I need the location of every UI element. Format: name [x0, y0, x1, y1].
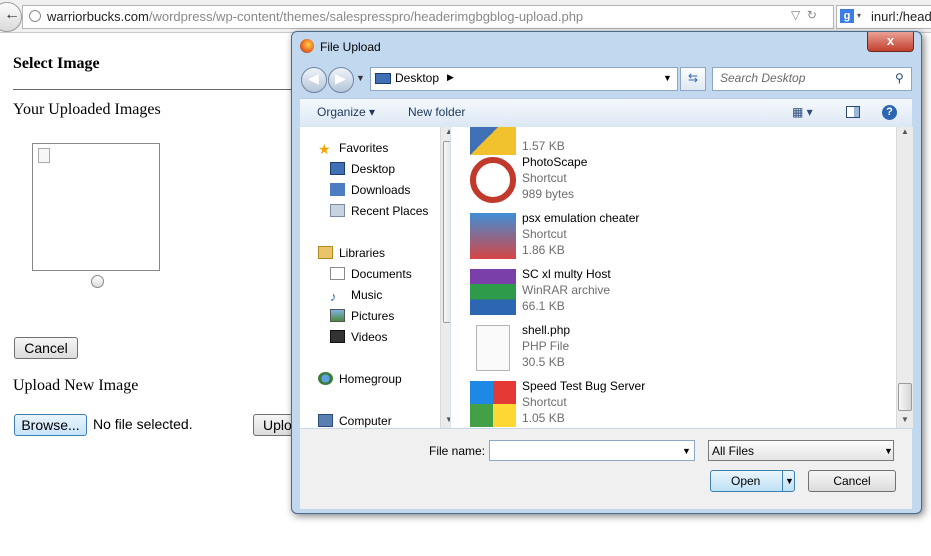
preview-pane-icon[interactable] [846, 106, 860, 118]
nav-documents[interactable]: Documents [330, 267, 412, 285]
browser-back-button[interactable]: ← [0, 2, 22, 32]
nav-recent-places[interactable]: Recent Places [330, 204, 428, 222]
breadcrumb-arrow-icon[interactable]: ▶ [447, 72, 454, 83]
image-select-radio[interactable] [91, 275, 104, 288]
browse-button[interactable]: Browse... [14, 414, 87, 436]
search-placeholder: Search Desktop [720, 71, 806, 85]
nav-homegroup[interactable]: Homegroup [318, 372, 402, 390]
scroll-up-icon[interactable]: ▲ [445, 127, 450, 136]
nav-music[interactable]: ♪ Music [330, 288, 382, 306]
nav-pictures[interactable]: Pictures [330, 309, 394, 327]
nav-desktop[interactable]: Desktop [330, 162, 395, 180]
back-arrow-icon: ◀ [308, 70, 319, 86]
refresh-button[interactable]: ⇆ [680, 67, 706, 91]
downloads-icon [330, 183, 345, 196]
open-button[interactable]: Open ▼ [710, 470, 795, 492]
file-upload-dialog: File Upload x ◀ ▶ ▼ Desktop ▶ ▼ ⇆ Search… [291, 31, 922, 514]
file-list-scrollbar[interactable]: ▲ ▼ [896, 127, 913, 428]
file-name-label: File name: [429, 444, 486, 458]
shield-shortcut-icon [470, 127, 516, 155]
dialog-footer: File name: ▼ All Files ▼ Open ▼ Cancel [300, 428, 912, 509]
select-image-heading: Select Image [13, 55, 100, 72]
uploaded-images-heading: Your Uploaded Images [13, 101, 161, 118]
file-type-select[interactable]: All Files ▼ [708, 440, 894, 461]
winrar-archive-icon [470, 269, 516, 315]
location-bar[interactable]: Desktop ▶ ▼ [370, 67, 678, 91]
scroll-down-icon[interactable]: ▼ [445, 415, 450, 424]
scrollbar-thumb[interactable] [443, 141, 450, 323]
search-icon[interactable]: ⚲ [895, 71, 904, 85]
globe-icon [29, 10, 41, 22]
close-button[interactable]: x [867, 32, 914, 52]
scrollbar-thumb[interactable] [898, 383, 912, 411]
firefox-icon [300, 39, 314, 53]
computer-icon [318, 414, 333, 427]
change-view-icon[interactable]: ▦ ▾ [792, 105, 813, 119]
recent-locations-dropdown-icon[interactable]: ▼ [356, 73, 365, 83]
homegroup-icon [318, 372, 333, 385]
desktop-icon [330, 162, 345, 175]
url-dropdown-and-reload-icons[interactable]: ▽ ↻ [791, 8, 817, 22]
divider [13, 89, 295, 90]
help-icon[interactable]: ? [882, 105, 897, 120]
open-dropdown-icon[interactable]: ▼ [782, 471, 796, 491]
dialog-search-input[interactable]: Search Desktop ⚲ [712, 67, 912, 91]
cancel-button[interactable]: Cancel [14, 337, 78, 359]
scroll-up-icon[interactable]: ▲ [901, 127, 909, 136]
recent-places-icon [330, 204, 345, 217]
browser-search-box[interactable]: g ▾ inurl:/heade [836, 5, 931, 29]
uploaded-image-thumbnail[interactable] [32, 143, 160, 271]
upload-new-image-heading: Upload New Image [13, 377, 139, 394]
list-item[interactable]: Speed Test Bug Server Shortcut 1.05 KB [470, 379, 890, 428]
list-item[interactable]: psx emulation cheater Shortcut 1.86 KB [470, 211, 890, 265]
address-bar[interactable]: warriorbucks.com/wordpress/wp-content/th… [22, 5, 834, 29]
music-note-icon: ♪ [330, 289, 337, 304]
file-name-dropdown-icon[interactable]: ▼ [682, 446, 691, 456]
file-list: 1.57 KB PhotoScape Shortcut 989 bytes ps… [462, 127, 898, 428]
navigation-scrollbar[interactable]: ▲ ▼ [440, 127, 450, 428]
dialog-toolbar: Organize ▾ New folder ▦ ▾ ? [300, 98, 912, 128]
nav-favorites[interactable]: ★ Favorites [318, 141, 388, 159]
back-arrow-icon: ← [4, 6, 20, 23]
search-text: inurl:/heade [871, 9, 931, 24]
libraries-icon [318, 246, 333, 259]
photoscape-icon [470, 157, 516, 203]
dialog-panes: ★ Favorites Desktop Downloads Recent Plac… [300, 127, 913, 428]
php-file-icon [476, 325, 510, 371]
dialog-cancel-button[interactable]: Cancel [808, 470, 896, 492]
file-type-dropdown-icon[interactable]: ▼ [884, 446, 893, 456]
nav-forward-button[interactable]: ▶ [328, 67, 354, 93]
dialog-nav-bar: ◀ ▶ ▼ Desktop ▶ ▼ ⇆ Search Desktop ⚲ [300, 65, 912, 95]
rubiks-cube-icon [470, 381, 516, 427]
file-name-input[interactable]: ▼ [489, 440, 695, 461]
star-icon: ★ [318, 141, 331, 157]
organize-button[interactable]: Organize ▾ [317, 105, 375, 119]
broken-image-icon [38, 148, 50, 163]
videos-icon [330, 330, 345, 343]
url-text: warriorbucks.com/wordpress/wp-content/th… [47, 9, 584, 24]
list-item[interactable]: PhotoScape Shortcut 989 bytes [470, 155, 890, 209]
dialog-title: File Upload [320, 40, 381, 54]
nav-computer[interactable]: Computer [318, 414, 392, 428]
location-dropdown-icon[interactable]: ▼ [663, 73, 672, 83]
nav-libraries[interactable]: Libraries [318, 246, 385, 264]
psx-cheater-icon [470, 213, 516, 259]
list-item[interactable]: SC xl multy Host WinRAR archive 66.1 KB [470, 267, 890, 321]
documents-icon [330, 267, 345, 280]
desktop-icon [375, 73, 391, 84]
search-engine-icon: g [840, 9, 854, 23]
new-folder-button[interactable]: New folder [408, 105, 465, 119]
nav-back-button[interactable]: ◀ [301, 67, 327, 93]
no-file-selected-text: No file selected. [93, 416, 193, 432]
forward-arrow-icon: ▶ [335, 70, 346, 86]
nav-downloads[interactable]: Downloads [330, 183, 410, 201]
browser-toolbar: ← warriorbucks.com/wordpress/wp-content/… [0, 0, 931, 33]
scroll-down-icon[interactable]: ▼ [901, 415, 909, 424]
list-item[interactable]: shell.php PHP File 30.5 KB [470, 323, 890, 377]
pictures-icon [330, 309, 345, 322]
navigation-pane: ★ Favorites Desktop Downloads Recent Plac… [300, 127, 451, 428]
search-engine-dropdown-icon[interactable]: ▾ [857, 11, 861, 20]
nav-videos[interactable]: Videos [330, 330, 387, 348]
location-text: Desktop [395, 71, 440, 85]
